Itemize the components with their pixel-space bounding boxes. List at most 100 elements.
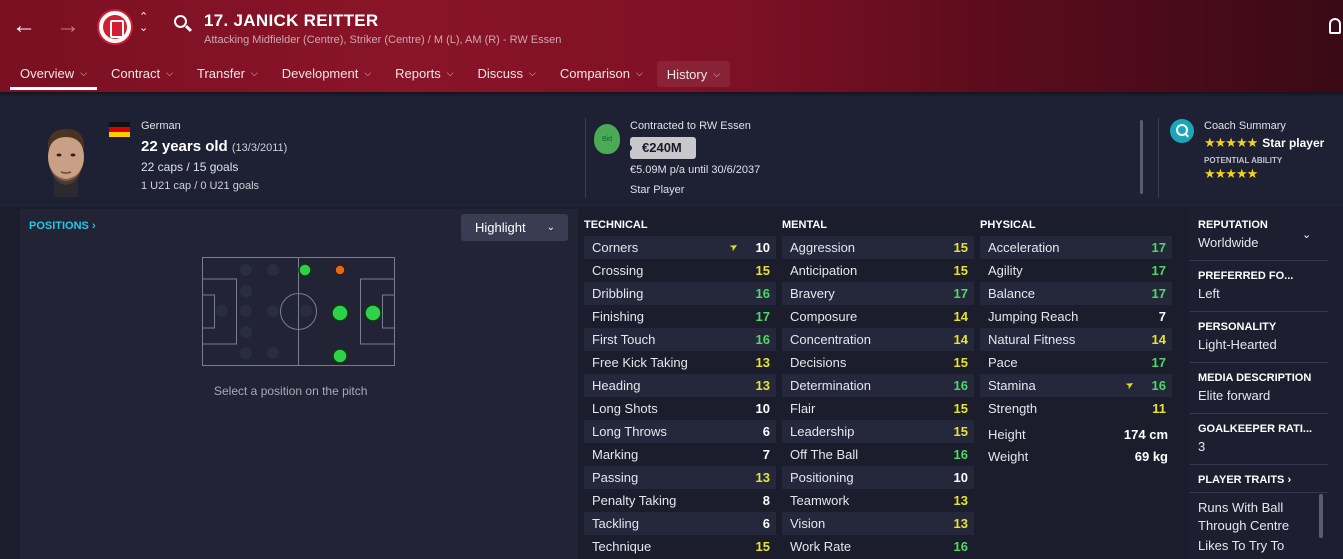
attribute-name: Concentration [790, 332, 871, 347]
tab-discuss[interactable]: Discuss ⌵ [468, 60, 546, 90]
physical-attributes: Acceleration 17 Agility 17 Balance 17 Jumping … [980, 236, 1172, 420]
tab-history[interactable]: History ⌵ [656, 61, 731, 87]
attribute-row[interactable]: First Touch 16 [584, 328, 776, 351]
tab-reports[interactable]: Reports ⌵ [385, 60, 463, 90]
attribute-row[interactable]: Marking 7 [584, 443, 776, 466]
attribute-row[interactable]: Heading 13 [584, 374, 776, 397]
attribute-value: 15 [953, 401, 968, 416]
tab-development[interactable]: Development ⌵ [272, 60, 381, 90]
bid-button[interactable]: Bid [594, 124, 620, 154]
attribute-row[interactable]: Agility 17 [980, 259, 1172, 282]
attribute-name: Decisions [790, 355, 847, 370]
position-dot-amr[interactable] [332, 348, 348, 364]
tab-bar: Overview ⌵ Contract ⌵ Transfer ⌵ Developmen… [10, 60, 734, 90]
trait-item: Runs With Ball Through Centre [1198, 500, 1290, 533]
current-ability-stars: ★★★★★ Star player [1204, 135, 1324, 151]
sidebar-scrollbar[interactable] [1319, 494, 1323, 538]
attribute-row[interactable]: Aggression 15 [782, 236, 974, 259]
attribute-row[interactable]: Technique 15 [584, 535, 776, 558]
attribute-row[interactable]: Teamwork 13 [782, 489, 974, 512]
position-dot-ml[interactable] [298, 263, 312, 277]
coach-search-icon[interactable] [1170, 119, 1194, 143]
attribute-value: 16 [953, 378, 968, 393]
attribute-row[interactable]: Decisions 15 [782, 351, 974, 374]
search-icon[interactable] [174, 15, 187, 28]
height-value: 174 cm [1123, 427, 1168, 442]
positions-pitch[interactable] [202, 257, 395, 366]
attribute-value: 14 [1151, 332, 1166, 347]
personality-label: PERSONALITY [1198, 321, 1277, 333]
player-header: ← → ⌃ ⌄ 17. JANICK REITTER Attacking Midf… [0, 0, 1343, 94]
ability-star-icons: ★★★★★ [1204, 135, 1258, 150]
attribute-row[interactable]: Leadership 15 [782, 420, 974, 443]
attribute-name: Natural Fitness [988, 332, 1076, 347]
u21-caps: 1 U21 cap / 0 U21 goals [141, 180, 260, 192]
attribute-row[interactable]: Tackling 6 [584, 512, 776, 535]
attribute-row[interactable]: Pace 17 [980, 351, 1172, 374]
attribute-value: 7 [762, 447, 770, 462]
player-traits-section: PLAYER TRAITS › Runs With Ball Through C… [1190, 474, 1328, 555]
attribute-row[interactable]: Bravery 17 [782, 282, 974, 305]
position-dot-amc[interactable] [331, 304, 349, 322]
attribute-row[interactable]: Flair 15 [782, 397, 974, 420]
attribute-row[interactable]: Concentration 14 [782, 328, 974, 351]
attribute-name: Stamina [988, 378, 1036, 393]
forward-arrow-icon[interactable]: → [56, 12, 80, 40]
attribute-row[interactable]: Penalty Taking 8 [584, 489, 776, 512]
attribute-row[interactable]: Crossing 15 [584, 259, 776, 282]
attribute-row[interactable]: Long Shots 10 [584, 397, 776, 420]
attribute-row[interactable]: Jumping Reach 7 [980, 305, 1172, 328]
attribute-row[interactable]: Positioning 10 [782, 466, 974, 489]
attribute-row[interactable]: Acceleration 17 [980, 236, 1172, 259]
attribute-name: Free Kick Taking [592, 355, 688, 370]
attribute-row[interactable]: Free Kick Taking 13 [584, 351, 776, 374]
attribute-value: 13 [755, 470, 770, 485]
attribute-name: Technique [592, 539, 652, 554]
tab-overview[interactable]: Overview ⌵ [10, 60, 98, 90]
attribute-name: Bravery [790, 286, 835, 301]
position-dot-aml[interactable] [334, 264, 346, 276]
club-logo[interactable] [97, 9, 133, 45]
attribute-row[interactable]: Off The Ball 16 [782, 443, 974, 466]
attribute-value: 10 [953, 470, 968, 485]
back-arrow-icon[interactable]: ← [12, 12, 36, 40]
attribute-value: 6 [762, 424, 770, 439]
position-dot-st[interactable] [364, 304, 382, 322]
attribute-name: Tackling [592, 516, 639, 531]
attribute-row[interactable]: Composure 14 [782, 305, 974, 328]
attribute-row[interactable]: Long Throws 6 [584, 420, 776, 443]
positions-link[interactable]: POSITIONS › [29, 220, 96, 232]
attribute-value: 15 [953, 240, 968, 255]
positions-title: POSITIONS [29, 220, 89, 232]
attribute-row[interactable]: Vision 13 [782, 512, 974, 535]
goalkeeper-rating-value: 3 [1198, 439, 1206, 454]
chevron-down-icon[interactable]: ⌄ [1302, 228, 1311, 241]
preferred-foot-value: Left [1198, 286, 1220, 301]
player-traits-link[interactable]: PLAYER TRAITS › [1190, 474, 1328, 486]
tab-transfer[interactable]: Transfer ⌵ [187, 60, 268, 90]
attribute-row[interactable]: Stamina ➤ 16 [980, 374, 1172, 397]
attribute-row[interactable]: Anticipation 15 [782, 259, 974, 282]
attribute-name: Crossing [592, 263, 644, 278]
person-icon[interactable] [1329, 18, 1341, 34]
highlight-dropdown[interactable]: Highlight ⌄ [461, 214, 568, 241]
info-scrollbar[interactable] [1140, 120, 1143, 194]
height-label: Height [988, 427, 1026, 442]
trend-arrow-icon: ➤ [1123, 378, 1137, 393]
attribute-row[interactable]: Passing 13 [584, 466, 776, 489]
attribute-row[interactable]: Work Rate 16 [782, 535, 974, 558]
attribute-row[interactable]: Finishing 17 [584, 305, 776, 328]
attribute-name: Finishing [592, 309, 645, 324]
attribute-name: Work Rate [790, 539, 852, 554]
potential-ability-stars: ★★★★★ [1204, 166, 1258, 181]
attribute-row[interactable]: Natural Fitness 14 [980, 328, 1172, 351]
attribute-row[interactable]: Corners ➤ 10 [584, 236, 776, 259]
switch-player-icon[interactable]: ⌃ ⌄ [139, 12, 148, 34]
attribute-row[interactable]: Balance 17 [980, 282, 1172, 305]
attribute-row[interactable]: Strength 11 [980, 397, 1172, 420]
attribute-row[interactable]: Determination 16 [782, 374, 974, 397]
tab-contract[interactable]: Contract ⌵ [101, 60, 183, 90]
tab-comparison[interactable]: Comparison ⌵ [550, 60, 653, 90]
height-row: Height 174 cm [988, 427, 1168, 442]
attribute-row[interactable]: Dribbling 16 [584, 282, 776, 305]
